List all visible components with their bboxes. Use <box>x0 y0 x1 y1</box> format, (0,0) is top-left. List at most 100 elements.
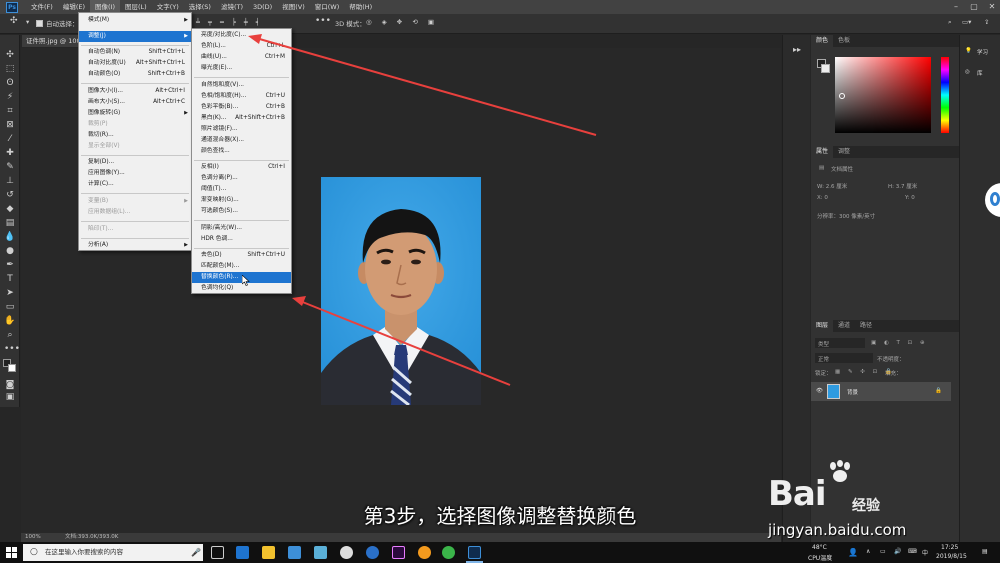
zoom-tool-icon[interactable]: ⌕ <box>4 329 16 341</box>
image-menu-item[interactable]: 计算(C)... <box>79 179 191 190</box>
adjust-item[interactable]: 阈值(T)... <box>192 184 291 195</box>
marquee-tool-icon[interactable]: ⬚ <box>4 63 16 75</box>
menu-file[interactable]: 文件(F) <box>26 0 58 14</box>
hand-tool-icon[interactable]: ✋ <box>4 315 16 327</box>
app-icon-4[interactable] <box>366 546 379 559</box>
move-tool-icon[interactable]: ✣ <box>10 16 18 26</box>
background-color-swatch[interactable] <box>821 64 830 73</box>
language-indicator[interactable]: 中 <box>922 548 928 557</box>
frame-tool-icon[interactable]: ⊠ <box>4 119 16 131</box>
ime-icon[interactable]: ⌨ <box>908 548 917 555</box>
tab-paths[interactable]: 路径 <box>855 320 877 332</box>
adjust-item[interactable]: 色相/饱和度(H)... Ctrl+U <box>192 91 291 102</box>
maximize-icon[interactable]: ▢ <box>966 0 982 14</box>
app-icon-2[interactable] <box>314 546 327 559</box>
photoshop-taskbar-icon[interactable] <box>468 546 481 559</box>
adjust-item[interactable]: 色阶(L)... Ctrl+L <box>192 41 291 52</box>
visibility-eye-icon[interactable]: 👁 <box>816 388 823 394</box>
collapse-icon[interactable]: ▸▸ <box>793 45 801 54</box>
menu-window[interactable]: 窗口(W) <box>310 0 345 14</box>
path-select-icon[interactable]: ➤ <box>4 287 16 299</box>
minimize-icon[interactable]: – <box>948 0 964 14</box>
width-value[interactable]: W: 2.6 厘米 <box>817 182 847 190</box>
adjust-item[interactable]: 阴影/高光(W)... <box>192 223 291 234</box>
more-tools-icon[interactable]: ••• <box>4 343 20 355</box>
menu-view[interactable]: 视图(V) <box>277 0 310 14</box>
adjust-item[interactable]: 通道混合器(X)... <box>192 135 291 146</box>
app-icon-3[interactable] <box>340 546 353 559</box>
auto-select-checkbox[interactable] <box>36 20 43 27</box>
image-menu-item[interactable]: 复制(D)... <box>79 157 191 168</box>
image-menu-item[interactable]: 变量(B) ▶ <box>79 196 191 207</box>
layer-filter-select[interactable]: 类型 <box>815 338 865 348</box>
libraries-label[interactable]: 库 <box>977 69 983 77</box>
premiere-icon[interactable] <box>392 546 405 559</box>
task-view-icon[interactable] <box>211 546 224 559</box>
clock-date[interactable]: 2019/8/15 <box>936 553 967 560</box>
image-menu-item[interactable]: 应用数据组(L)... <box>79 207 191 218</box>
3d-mode-icons[interactable]: ◎ ◈ ✥ ⟲ ▣ <box>366 18 438 26</box>
magic-wand-icon[interactable]: ⚡ <box>4 91 16 103</box>
adjust-item[interactable]: 去色(D) Shift+Ctrl+U <box>192 250 291 261</box>
taskbar-search-box[interactable]: ○ 在这里输入你要搜索的内容 🎤 <box>23 544 203 561</box>
image-menu-item[interactable]: 画布大小(S)... Alt+Ctrl+C <box>79 97 191 108</box>
layer-row-background[interactable]: 👁 背景 🔒 <box>811 382 951 401</box>
wechat-icon[interactable] <box>442 546 455 559</box>
adjust-item[interactable]: 黑白(K)... Alt+Shift+Ctrl+B <box>192 113 291 124</box>
eraser-icon[interactable]: ◆ <box>4 203 16 215</box>
adjust-item[interactable]: 反相(I) Ctrl+I <box>192 162 291 173</box>
height-value[interactable]: H: 3.7 厘米 <box>888 182 917 190</box>
rectangle-tool-icon[interactable]: ▭ <box>4 301 16 313</box>
image-menu-item-adjustments[interactable]: 调整(J) ▶ <box>79 31 191 42</box>
file-explorer-icon[interactable] <box>262 546 275 559</box>
search-icon[interactable]: ⌕ <box>948 18 952 27</box>
zoom-level[interactable]: 100% <box>25 533 41 542</box>
image-menu-item[interactable]: 自动颜色(O) Shift+Ctrl+B <box>79 69 191 80</box>
stamp-tool-icon[interactable]: ⊥ <box>4 175 16 187</box>
image-menu-item[interactable]: 裁切(R)... <box>79 130 191 141</box>
image-menu-item[interactable]: 图像大小(I)... Alt+Ctrl+I <box>79 86 191 97</box>
menu-filter[interactable]: 滤镜(T) <box>216 0 248 14</box>
clock-time[interactable]: 17:25 <box>941 544 958 551</box>
adjust-item[interactable]: 亮度/对比度(C)... <box>192 30 291 41</box>
lightbulb-icon[interactable]: 💡 <box>965 48 972 54</box>
lasso-tool-icon[interactable]: ʘ <box>4 77 16 89</box>
blur-tool-icon[interactable]: 💧 <box>4 231 16 243</box>
app-icon-1[interactable] <box>288 546 301 559</box>
adjust-item[interactable]: 自然饱和度(V)... <box>192 80 291 91</box>
image-menu-item[interactable]: 图像旋转(G) ▶ <box>79 108 191 119</box>
windows-start-icon[interactable] <box>6 547 17 558</box>
microphone-icon[interactable]: 🎤 <box>191 544 201 561</box>
x-value[interactable]: X: 0 <box>817 195 828 201</box>
history-brush-icon[interactable]: ↺ <box>4 189 16 201</box>
network-icon[interactable]: ▭ <box>880 548 886 555</box>
layer-name[interactable]: 背景 <box>847 388 858 396</box>
close-icon[interactable]: ✕ <box>984 0 1000 14</box>
image-menu-item[interactable]: 显示全部(V) <box>79 141 191 152</box>
adjust-item[interactable]: 可选颜色(S)... <box>192 206 291 217</box>
blend-mode-select[interactable]: 正常 <box>815 353 873 363</box>
notification-icon[interactable]: ▤ <box>982 548 988 555</box>
dodge-tool-icon[interactable]: ● <box>4 245 16 257</box>
tab-adjustments[interactable]: 调整 <box>833 146 855 158</box>
adjust-item[interactable]: 渐变映射(G)... <box>192 195 291 206</box>
eyedropper-icon[interactable]: ⁄ <box>4 133 16 145</box>
adjust-item[interactable]: 曲线(U)... Ctrl+M <box>192 52 291 63</box>
tab-channels[interactable]: 通道 <box>833 320 855 332</box>
quick-mask-icon[interactable]: ◙ <box>4 379 16 391</box>
learn-label[interactable]: 学习 <box>977 48 988 56</box>
adjust-item[interactable]: 匹配颜色(M)... <box>192 261 291 272</box>
adjust-item[interactable]: 色调分离(P)... <box>192 173 291 184</box>
screen-mode-icon[interactable]: ▣ <box>4 391 16 403</box>
adjust-item[interactable]: 颜色查找... <box>192 146 291 157</box>
color-picker-field[interactable] <box>835 57 931 133</box>
menu-3d[interactable]: 3D(D) <box>248 0 277 14</box>
brush-tool-icon[interactable]: ✎ <box>4 161 16 173</box>
background-color-swatch[interactable] <box>8 364 16 372</box>
libraries-icon[interactable]: ◎ <box>965 69 970 75</box>
adjust-item[interactable]: 色彩平衡(B)... Ctrl+B <box>192 102 291 113</box>
adjust-item[interactable]: 照片滤镜(F)... <box>192 124 291 135</box>
image-menu-item[interactable]: 分析(A) ▶ <box>79 240 191 251</box>
edge-browser-icon[interactable] <box>236 546 249 559</box>
workspace-icon[interactable]: ▭▾ <box>962 18 971 26</box>
